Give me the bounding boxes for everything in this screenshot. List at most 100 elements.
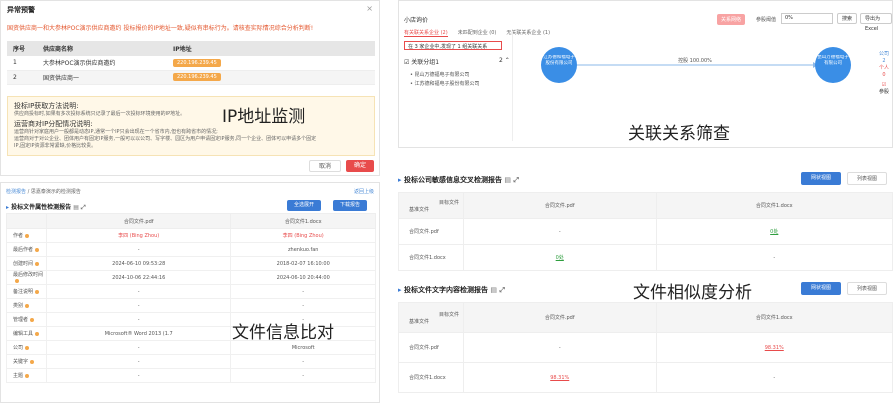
row-number: 2: [7, 70, 37, 85]
tab-unmatched[interactable]: 未匹配到企业 (0): [458, 29, 497, 37]
back-link[interactable]: 返回上级: [354, 188, 374, 195]
info-icon[interactable]: [25, 233, 30, 238]
tab-related[interactable]: 有关联关系企业 (2): [404, 29, 448, 37]
similarity-link[interactable]: 98.31%: [550, 375, 569, 381]
attribute-value: -: [45, 340, 232, 355]
attribute-value: -: [45, 368, 232, 383]
row-label: 合同文件1.docx: [398, 244, 464, 271]
attribute-value: zhenkuo.fan: [230, 242, 376, 257]
attribute-label: 公司: [6, 340, 47, 355]
download-button[interactable]: 下载报告: [333, 200, 368, 211]
warning-text: 国资供应商一和大参林POC演示供应商邀约 投标报价的IP地址一致,疑似有串标行为…: [7, 25, 314, 32]
list-item[interactable]: • 江苏德和福电子股份有限公司: [410, 80, 480, 89]
attribute-value: 李四 (Bing Zhou): [45, 228, 232, 243]
breadcrumb-current: / 思嘉泰演示的检测报告: [27, 189, 81, 195]
cell: -: [655, 362, 893, 393]
info-icon[interactable]: [30, 317, 35, 322]
attribute-value: -: [45, 312, 232, 327]
table-row: 1 大参林POC演示供应商邀约 220.196.239.45: [7, 56, 375, 71]
expand-icon[interactable]: ⤢: [81, 204, 86, 211]
similarity-link[interactable]: 98.31%: [765, 345, 784, 351]
attribute-label: 创建时间: [6, 256, 47, 271]
caption-file-info: 文件信息比对: [232, 323, 334, 343]
table-row: 合同文件.pdf - 0处: [398, 218, 893, 245]
export-button[interactable]: 导出为Excel: [860, 13, 892, 32]
attribute-label: 关键字: [6, 354, 47, 369]
col-header: [6, 213, 47, 229]
attribute-label: 作者: [6, 228, 47, 243]
attribute-label: 管理者: [6, 312, 47, 327]
table-row: 合同文件1.docx 0处 -: [398, 244, 893, 271]
file-info-table: 合同文件.pdf 合同文件1.docx 作者 李四 (Bing Zhou) 李四 (…: [6, 213, 376, 383]
legend-item: 参股: [878, 89, 889, 95]
list-view-button[interactable]: 列表视图: [847, 172, 887, 185]
list-view-button[interactable]: 列表视图: [847, 282, 887, 295]
panel-title: 小店询价: [404, 17, 429, 24]
col-header: 供应商名称: [37, 41, 167, 56]
attribute-value: -: [45, 284, 232, 299]
info-heading: 运营商对IP分配情况说明:: [14, 120, 93, 128]
match-count-link[interactable]: 0处: [770, 229, 778, 235]
info-text: 运营商对于对公企业、团体用户有固定IP服务,一般可以以公司、写字楼、园区为用户申…: [14, 136, 317, 142]
info-icon[interactable]: [25, 345, 30, 350]
table-title: ▸ 投标公司敏感信息交叉检测报告 ▤ ⤢: [398, 176, 520, 184]
relation-tabs: 有关联关系企业 (2) 未匹配到企业 (0) 无关联关系企业 (1): [404, 29, 550, 37]
cell: -: [463, 332, 657, 363]
network-tag[interactable]: 关系网络: [717, 14, 746, 25]
info-icon[interactable]: [35, 247, 40, 252]
group-label[interactable]: ☑ 关联分组1: [404, 57, 439, 66]
divider: [512, 31, 513, 141]
col-header: IP地址: [167, 41, 375, 56]
file-icon[interactable]: ▤: [73, 204, 79, 211]
info-icon[interactable]: [35, 331, 40, 336]
expand-icon[interactable]: ⤢: [513, 176, 519, 184]
table-row: 创建时间 2024-06-10 09:53:28 2018-02-07 16:10:…: [6, 256, 376, 271]
info-icon[interactable]: [15, 278, 19, 283]
group-count: 2 ⌃: [499, 57, 510, 64]
row-label: 合同文件.pdf: [398, 332, 464, 363]
search-button[interactable]: 搜索: [837, 13, 858, 24]
chevron-up-icon[interactable]: ⌃: [505, 57, 510, 64]
dialog-title: 异常预警: [7, 6, 35, 14]
expand-all-button[interactable]: 全选展开: [287, 200, 322, 211]
breadcrumb-link[interactable]: 检测报告: [6, 189, 26, 195]
list-item[interactable]: • 昆山万德福电子有限公司: [410, 71, 480, 80]
info-heading: 投标IP获取方法说明:: [14, 102, 79, 110]
info-icon[interactable]: [35, 289, 40, 294]
legend-item: 0: [882, 72, 886, 78]
file-icon[interactable]: ▤: [504, 176, 511, 184]
attribute-label: 编辑工具: [6, 326, 47, 341]
table-row: 合同文件1.docx 98.31% -: [398, 362, 893, 393]
info-icon[interactable]: [25, 303, 30, 308]
caption-similarity: 文件相似度分析: [633, 283, 752, 303]
threshold-input[interactable]: 0%: [781, 13, 833, 24]
table-row: 最后修改时间 2024-10-06 22:44:16 2024-06-10 20:4…: [6, 270, 376, 285]
attribute-value: 李四 (Bing Zhou): [230, 228, 376, 243]
ip-table: 序号 供应商名称 IP地址 1 大参林POC演示供应商邀约 220.196.23…: [7, 41, 375, 85]
grid-view-button[interactable]: 网状视图: [801, 172, 841, 185]
table-row: 作者 李四 (Bing Zhou) 李四 (Bing Zhou): [6, 228, 376, 243]
attribute-value: -: [45, 298, 232, 313]
close-icon[interactable]: ×: [366, 4, 373, 13]
info-icon[interactable]: [35, 261, 40, 266]
table-title: ▸ 投标文件文字内容检测报告 ▤ ⤢: [398, 286, 506, 294]
confirm-button[interactable]: 确定: [346, 160, 374, 172]
checkbox-icon[interactable]: ☑: [875, 82, 892, 89]
col-header: 合同文件1.docx: [230, 213, 376, 229]
edge-label: 控股 100.00%: [678, 57, 712, 64]
found-summary: 在 3 家企业中,发现了 1 组关联关系: [404, 41, 502, 50]
expand-icon[interactable]: ⤢: [499, 286, 505, 294]
legend-item: 个人: [878, 65, 889, 71]
cell: -: [655, 244, 893, 271]
corner-header: 目标文件 基准文件: [398, 192, 464, 219]
similarity-matrix: 目标文件 基准文件 合同文件.pdf 合同文件1.docx 合同文件.pdf - …: [398, 192, 893, 271]
grid-view-button[interactable]: 网状视图: [801, 282, 841, 295]
info-icon[interactable]: [25, 373, 30, 378]
cancel-button[interactable]: 取消: [309, 160, 341, 172]
match-count-link[interactable]: 0处: [556, 255, 564, 261]
info-icon[interactable]: [30, 359, 35, 364]
attribute-value: -: [45, 242, 232, 257]
caption-ip: IP地址监测: [222, 107, 306, 127]
file-icon[interactable]: ▤: [490, 286, 497, 294]
col-header: 合同文件1.docx: [655, 302, 893, 333]
